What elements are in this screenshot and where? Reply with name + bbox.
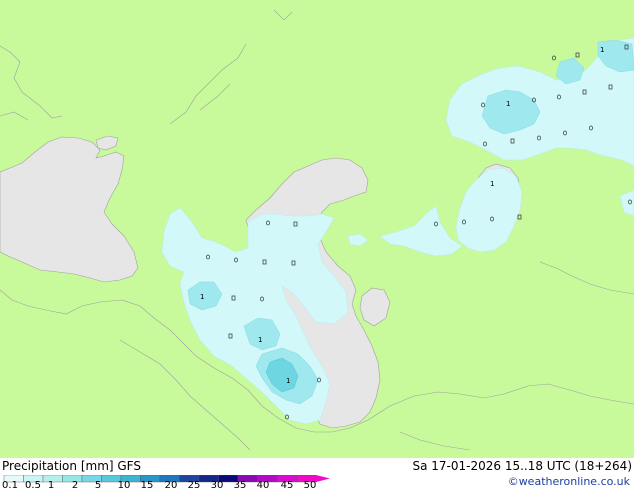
valid-time: Sa 17-01-2026 15..18 UTC (18+264) (412, 459, 632, 473)
precip-value-label: 1 (200, 293, 204, 301)
scale-tick-label: 0.5 (25, 480, 41, 491)
scale-tick-label: 0.1 (2, 480, 18, 491)
scale-tick-label: 20 (164, 480, 178, 491)
map-canvas: 1 1 1 1 1 1 (0, 0, 634, 458)
scale-tick-label: 45 (280, 480, 294, 491)
precip-value-label: 1 (490, 180, 494, 188)
scale-tick-label: 30 (210, 480, 224, 491)
precip-value-label: 1 (600, 46, 604, 54)
precip-value-label: 1 (258, 336, 262, 344)
scale-ticks: 0.1 0.5 1 2 5 10 15 20 25 30 35 40 45 50 (0, 480, 340, 492)
scale-tick-label: 2 (71, 480, 79, 491)
scale-tick-label: 10 (117, 480, 131, 491)
scale-tick-label: 35 (233, 480, 247, 491)
scale-tick-label: 15 (140, 480, 154, 491)
scale-tick-label: 40 (256, 480, 270, 491)
credit-link[interactable]: ©weatheronline.co.uk (508, 475, 630, 489)
scale-tick-label: 1 (47, 480, 55, 491)
map-title: Precipitation [mm] GFS (2, 459, 141, 473)
scale-tick-label: 50 (303, 480, 317, 491)
precip-value-label: 1 (506, 100, 510, 108)
precipitation-map: 1 1 1 1 1 1 (0, 0, 634, 458)
scale-tick-label: 25 (187, 480, 201, 491)
precip-value-label: 1 (286, 377, 290, 385)
legend-bar: Precipitation [mm] GFS Sa 17-01-2026 15.… (0, 458, 634, 492)
scale-tick-label: 5 (94, 480, 102, 491)
